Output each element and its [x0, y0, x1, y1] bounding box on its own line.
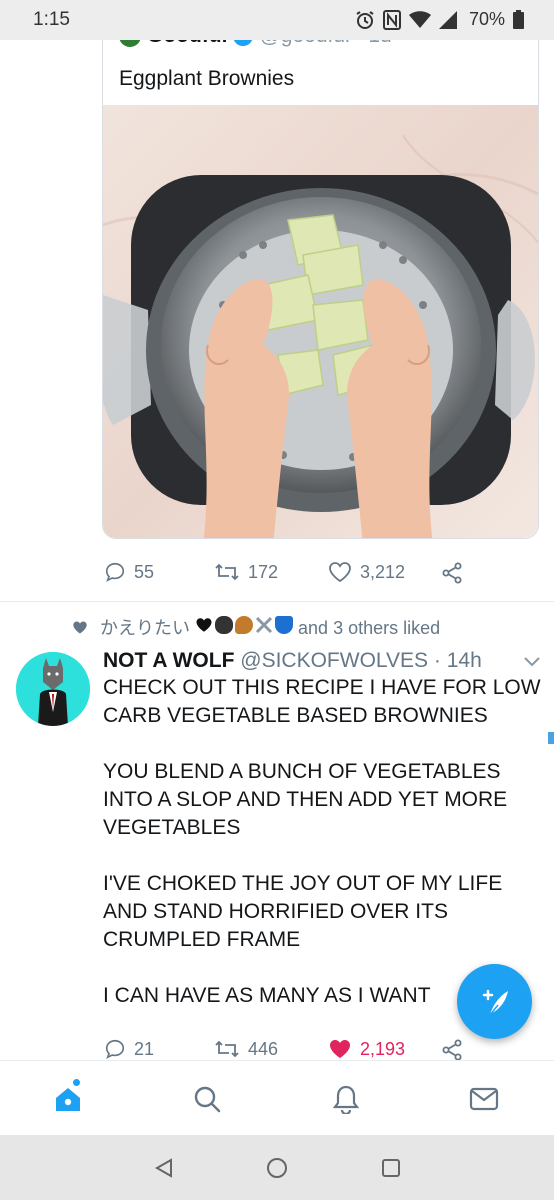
retweet-icon [215, 563, 239, 581]
home-icon [56, 1088, 80, 1111]
liker-emoji-strip [195, 616, 294, 634]
tweet2-action-row: 21 446 2,193 [102, 1036, 482, 1060]
reply-button[interactable]: 21 [104, 1038, 154, 1060]
share-button[interactable] [440, 1038, 464, 1060]
reply-count: 21 [134, 1038, 155, 1059]
like-count: 2,193 [360, 1038, 406, 1059]
nfc-icon [382, 9, 401, 30]
bottom-nav-bar [0, 1060, 554, 1135]
share-icon [442, 1039, 462, 1060]
system-home-button[interactable] [264, 1155, 290, 1181]
tweet-paragraph: CHECK OUT THIS RECIPE I HAVE FOR LOW CAR… [103, 676, 541, 727]
liker-name: かえりたい [100, 618, 190, 638]
new-content-dot [73, 1079, 80, 1086]
nav-search-button[interactable] [187, 1079, 227, 1119]
tweet-paragraph: I'VE CHOKED THE JOY OUT OF MY LIFE AND S… [103, 872, 503, 951]
nav-notifications-button[interactable] [326, 1079, 366, 1119]
quoted-tweet-video[interactable] [103, 105, 538, 538]
tweet-divider [0, 601, 554, 602]
compose-tweet-button[interactable] [457, 964, 532, 1039]
quoted-author-name: Goodful [147, 40, 227, 48]
system-recents-button[interactable] [378, 1155, 404, 1181]
compose-feather-icon [482, 989, 508, 1015]
like-count: 3,212 [360, 561, 406, 582]
heart-small-icon [73, 621, 87, 633]
tweet1-action-row: 55 172 3,212 [102, 559, 482, 589]
retweet-button[interactable]: 446 [214, 1038, 278, 1060]
battery-icon [513, 10, 524, 29]
timeline-feed[interactable]: Goodful ✓ @goodful · 1d Eggplant Brownie… [0, 40, 554, 1060]
nav-home-button[interactable] [48, 1079, 88, 1119]
share-button[interactable] [440, 561, 464, 585]
retweet-count: 446 [248, 1038, 279, 1059]
retweet-button[interactable]: 172 [214, 561, 278, 583]
quoted-author-handle: @goodful · 1d [259, 40, 391, 48]
system-back-button[interactable] [151, 1155, 177, 1181]
share-icon [442, 562, 462, 584]
quoted-author-avatar [119, 40, 141, 47]
retweet-icon [215, 1040, 239, 1058]
notifications-icon [332, 1085, 360, 1114]
guitar-icon [235, 616, 254, 634]
status-time: 1:15 [33, 9, 70, 30]
author-name[interactable]: NOT A WOLF [103, 649, 234, 672]
social-context[interactable]: かえりたい and 3 others liked [72, 614, 440, 640]
tweet-paragraph: YOU BLEND A BUNCH OF VEGETABLES INTO A S… [103, 760, 508, 839]
reply-button[interactable]: 55 [104, 561, 154, 583]
battery-percent: 70% [468, 9, 505, 29]
search-icon [194, 1086, 221, 1113]
shield-icon [275, 616, 294, 634]
verified-badge-icon: ✓ [233, 40, 254, 46]
system-nav-bar [0, 1135, 554, 1200]
black-heart-icon [195, 616, 213, 634]
like-button[interactable]: 3,212 [328, 561, 405, 583]
recents-icon [382, 1159, 400, 1177]
messages-icon [469, 1087, 499, 1111]
reply-count: 55 [134, 561, 155, 582]
tweet-menu-chevron-down-icon[interactable] [524, 654, 540, 672]
author-avatar[interactable] [16, 652, 90, 726]
author-handle: @SICKOFWOLVES · 14h [240, 649, 482, 672]
back-icon [154, 1158, 172, 1178]
scrollbar-thumb[interactable] [548, 732, 554, 744]
home-circle-icon [267, 1158, 287, 1178]
nav-messages-button[interactable] [464, 1079, 504, 1119]
like-button[interactable]: 2,193 [328, 1038, 405, 1060]
heart-outline-icon [329, 562, 351, 583]
retweet-count: 172 [248, 561, 279, 582]
reply-icon [105, 1039, 125, 1059]
tweet-header: NOT A WOLF @SICKOFWOLVES · 14h [103, 649, 482, 673]
heart-filled-icon [330, 1040, 350, 1058]
signal-icon [438, 10, 457, 29]
quoted-tweet-card[interactable]: Goodful ✓ @goodful · 1d Eggplant Brownie… [102, 40, 539, 539]
reply-icon [105, 562, 125, 582]
quoted-tweet-header: Goodful ✓ @goodful · 1d [119, 40, 392, 51]
quoted-tweet-text: Eggplant Brownies [119, 67, 295, 90]
game-controller-icon [215, 616, 234, 634]
status-bar: 1:15 70% [0, 0, 554, 40]
crossed-swords-icon [255, 616, 273, 634]
alarm-icon [355, 10, 375, 30]
status-icons: 70% [355, 9, 524, 30]
wifi-icon [408, 10, 431, 29]
liked-suffix: and 3 others liked [298, 618, 441, 638]
